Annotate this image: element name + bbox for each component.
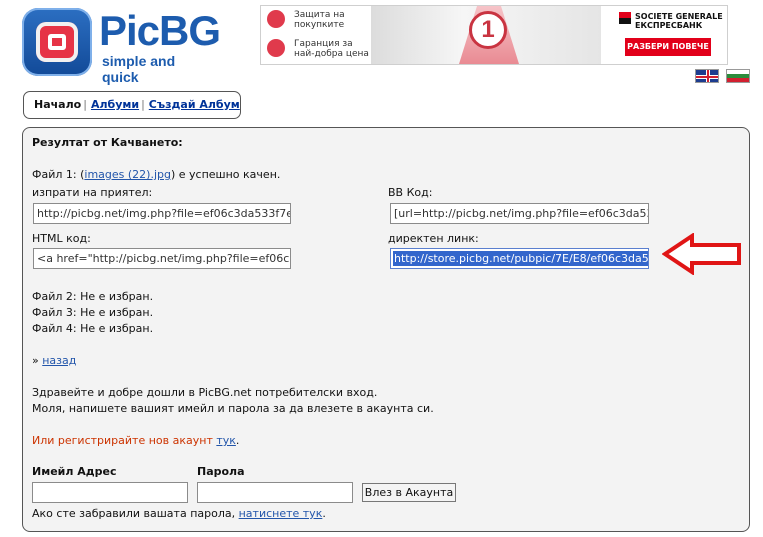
back-link[interactable]: назад bbox=[42, 354, 76, 367]
picbg-logo-icon bbox=[22, 8, 92, 76]
send-label: изпрати на приятел: bbox=[32, 186, 153, 199]
file2-status: Файл 2: Не е избран. bbox=[32, 290, 154, 303]
logo-name: PicBG bbox=[99, 7, 221, 54]
main-nav: Начало | Албуми | Създай Албум bbox=[23, 91, 241, 119]
banner-line2: Гаранция за най-добра цена bbox=[294, 39, 369, 59]
banner-image: 1 bbox=[371, 6, 601, 64]
send-to-friend-field[interactable]: http://picbg.net/img.php?file=ef06c3da53… bbox=[33, 203, 291, 224]
nav-albums[interactable]: Албуми bbox=[91, 98, 139, 111]
password-field[interactable] bbox=[197, 482, 353, 503]
html-code-label: HTML код: bbox=[32, 232, 91, 245]
uk-flag-icon[interactable] bbox=[695, 69, 719, 83]
forgot-password-link[interactable]: натиснете тук bbox=[239, 507, 323, 520]
register-text: Или регистрирайте нов акаунт bbox=[32, 434, 213, 447]
banner-number: 1 bbox=[469, 11, 507, 49]
logo-tagline: simple and quick bbox=[102, 53, 176, 85]
password-label: Парола bbox=[197, 465, 245, 478]
red-arrow-icon bbox=[662, 233, 741, 275]
banner-line1: Защита на покупките bbox=[294, 10, 345, 30]
back-row: » назад bbox=[32, 354, 76, 367]
login-button[interactable]: Влез в Акаунта bbox=[362, 483, 456, 502]
file3-status: Файл 3: Не е избран. bbox=[32, 306, 154, 319]
result-title: Резултат от Качването: bbox=[32, 136, 183, 149]
picbg-logo[interactable]: PicBG simple and quick bbox=[22, 6, 221, 85]
email-label: Имейл Адрес bbox=[32, 465, 117, 478]
back-marker: » bbox=[32, 354, 39, 367]
email-field[interactable] bbox=[32, 482, 188, 503]
nav-create-album[interactable]: Създай Албум bbox=[149, 98, 240, 111]
nav-separator: | bbox=[83, 98, 87, 111]
nav-separator: | bbox=[141, 98, 145, 111]
forgot-text: Ако сте забравили вашата парола, bbox=[32, 507, 236, 520]
upload-result-panel: Резултат от Качването: Файл 1: (images (… bbox=[22, 127, 750, 532]
register-link[interactable]: тук bbox=[216, 434, 236, 447]
ad-banner[interactable]: Защита на покупките Гаранция за най-добр… bbox=[260, 5, 728, 65]
bank-logo-icon bbox=[619, 12, 631, 24]
bb-code-label: BB Код: bbox=[388, 186, 433, 199]
nav-home[interactable]: Начало bbox=[34, 98, 81, 111]
bb-code-field[interactable]: [url=http://picbg.net/img.php?file=ef06c… bbox=[390, 203, 649, 224]
direct-link-field[interactable]: http://store.picbg.net/pubpic/7E/E8/ef06… bbox=[390, 248, 649, 269]
forgot-row: Ако сте забравили вашата парола, натисне… bbox=[32, 507, 326, 520]
direct-link-label: директен линк: bbox=[388, 232, 479, 245]
banner-cta-button[interactable]: РАЗБЕРИ ПОВЕЧЕ bbox=[625, 38, 711, 56]
bulgarian-flag-icon[interactable] bbox=[726, 69, 750, 83]
direct-link-value: http://store.picbg.net/pubpic/7E/E8/ef06… bbox=[393, 251, 648, 266]
shield-icon bbox=[267, 10, 285, 28]
register-row: Или регистрирайте нов акаунт тук. bbox=[32, 434, 240, 447]
html-code-field[interactable]: <a href="http://picbg.net/img.php?file=e… bbox=[33, 248, 291, 269]
welcome-text-1: Здравейте и добре дошли в PicBG.net потр… bbox=[32, 386, 378, 399]
thumbs-up-icon bbox=[267, 39, 285, 57]
file1-name-link[interactable]: images (22).jpg bbox=[84, 168, 171, 181]
file4-status: Файл 4: Не е избран. bbox=[32, 322, 154, 335]
welcome-text-2: Моля, напишете вашият имейл и парола за … bbox=[32, 402, 434, 415]
bank-name: SOCIETE GENERALE ЕКСПРЕСБАНК bbox=[635, 12, 723, 30]
file1-status: Файл 1: (images (22).jpg) е успешно каче… bbox=[32, 168, 281, 181]
